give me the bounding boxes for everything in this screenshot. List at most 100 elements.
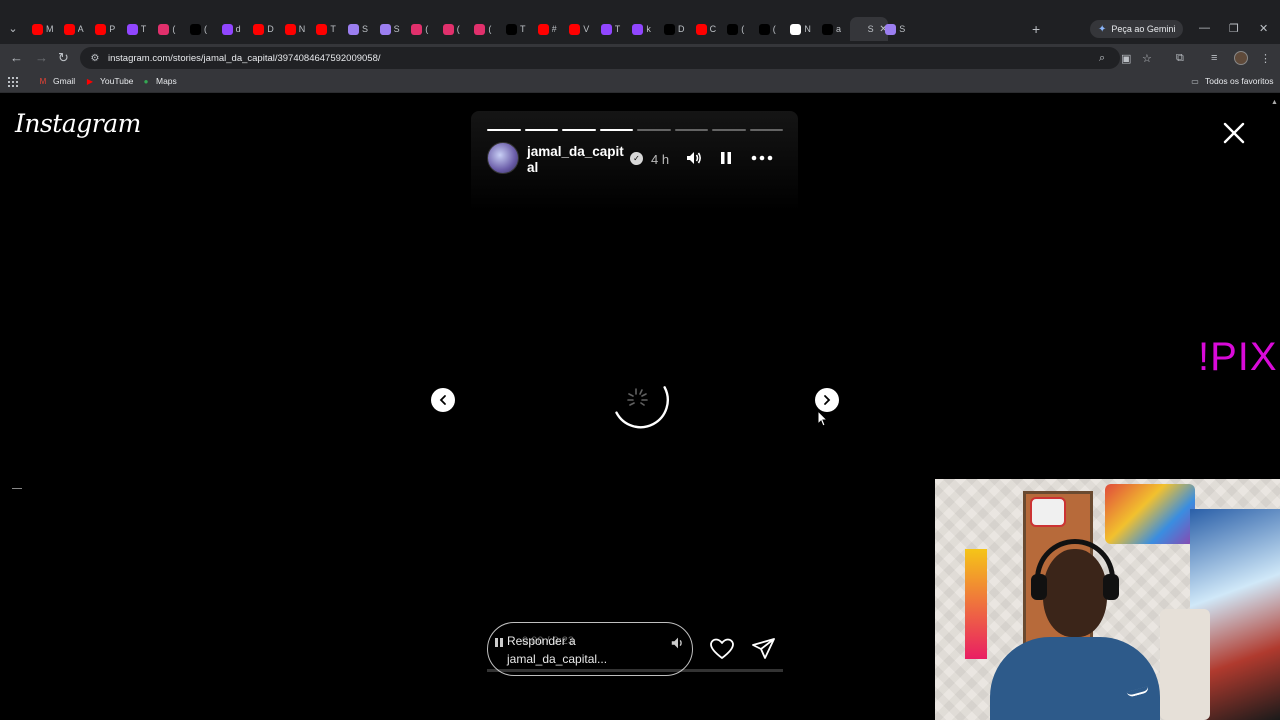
gemini-sparkle-icon: ✦ [1098,23,1107,35]
story-viewer[interactable]: jamal_da_capital ✓ 4 h 0:00 / 0:23 Respo… [471,111,798,691]
story-timestamp: 4 h [651,152,670,167]
instagram-logo[interactable]: Instagram [15,109,141,138]
reply-input[interactable]: 0:00 / 0:23 Responder a jamal_da_capital… [487,622,693,676]
bookmark-youtube[interactable]: ▶ YouTube [85,76,133,86]
scroll-up-arrow-icon[interactable]: ▲ [1271,99,1278,106]
close-window-icon[interactable]: ✕ [1259,22,1268,35]
address-bar[interactable]: ⚙ instagram.com/stories/jamal_da_capital… [80,47,1120,69]
volume-button[interactable] [683,147,705,169]
apps-grid-icon[interactable] [8,77,18,87]
x-icon [190,23,201,35]
divider [12,488,22,489]
media-controls-icon[interactable]: ≡ [1211,52,1217,64]
chevron-right-icon [824,395,831,405]
tab-title: ( [456,24,460,34]
browser-tab[interactable]: N [281,20,317,38]
twitch-icon [600,23,612,35]
browser-toolbar: ← → ↻ ⚙ instagram.com/stories/jamal_da_c… [0,44,1280,72]
reload-icon[interactable]: ↻ [58,50,69,66]
zoom-icon[interactable]: ⌕ [1099,52,1105,65]
tab-title: ( [772,24,776,34]
browser-tab[interactable]: D [249,20,285,38]
forward-icon[interactable]: → [35,50,48,65]
back-icon[interactable]: ← [10,50,23,65]
youtube-icon: ▶ [86,76,94,86]
browser-tab[interactable]: k [628,20,664,38]
browser-tab[interactable]: T [502,20,538,38]
avatar[interactable] [487,142,519,174]
send-icon[interactable] [751,637,777,661]
story-username[interactable]: jamal_da_capital [527,144,627,176]
browser-tab[interactable]: ( [755,20,791,38]
tab-title: N [804,24,811,34]
new-tab-button[interactable]: + [1032,21,1040,37]
reply-placeholder-line1: Responder a [507,634,576,648]
browser-tab[interactable]: A [60,20,96,38]
reply-placeholder-line2: jamal_da_capital... [507,652,608,666]
next-story-button[interactable] [815,388,839,412]
profile-avatar[interactable] [1234,51,1248,65]
restore-window-icon[interactable]: ❐ [1229,22,1239,35]
all-bookmarks-label: Todos os favoritos [1205,76,1274,86]
ghost-pause-icon [495,638,503,647]
heart-icon[interactable] [709,637,735,661]
instagram-icon [442,23,454,35]
pause-button[interactable] [715,147,737,169]
youtube-icon [63,23,75,35]
webcam-flag [965,549,987,659]
browser-tab[interactable]: D [660,20,696,38]
gemini-button[interactable]: ✦ Peça ao Gemini [1090,20,1184,38]
browser-tab[interactable]: a [818,20,854,38]
browser-tab[interactable]: ( [186,20,222,38]
tab-title: ( [204,24,207,34]
browser-tab[interactable]: # [534,20,570,38]
cast-icon[interactable]: ▣ [1121,52,1131,65]
story-progress-segment [524,129,558,131]
browser-tab[interactable]: N [786,20,822,38]
browser-tab[interactable]: ( [723,20,759,38]
tiktok-icon [758,23,770,35]
tab-title: T [330,24,336,34]
tab-title: S [393,24,400,34]
twitch-icon [126,23,138,35]
browser-tab[interactable]: T [312,20,348,38]
browser-tab[interactable]: M [28,20,64,38]
story-progress-bar [487,129,783,131]
more-options-button[interactable] [751,147,773,169]
browser-menu-icon[interactable]: ⋮ [1260,52,1271,65]
all-bookmarks[interactable]: ▭ Todos os favoritos [1190,76,1274,86]
extensions-icon[interactable]: ⧉ [1176,52,1184,65]
bookmark-label: YouTube [100,76,134,86]
bookmark-maps[interactable]: ● Maps [141,76,177,86]
site-info-icon[interactable]: ⚙ [88,51,102,65]
url-text[interactable]: instagram.com/stories/jamal_da_capital/3… [108,53,381,64]
minimize-window-icon[interactable]: — [1199,22,1210,34]
tab-title: ( [425,24,429,34]
browser-tab[interactable]: T [123,20,159,38]
video-progress-bar[interactable] [487,669,783,672]
bookmark-star-icon[interactable]: ☆ [1142,52,1152,65]
bookmark-gmail[interactable]: M Gmail [38,76,76,86]
close-story-icon[interactable] [1220,119,1248,147]
browser-tab[interactable]: ( [407,20,443,38]
browser-tab[interactable]: ( [154,20,190,38]
browser-tab[interactable]: T [597,20,633,38]
tab-search-icon[interactable]: ⌄ [5,20,21,36]
previous-story-button[interactable] [431,388,455,412]
mouse-cursor-icon [817,410,829,427]
browser-tab[interactable]: C [692,20,728,38]
browser-tab[interactable]: ( [439,20,475,38]
tab-title: k [646,24,651,34]
browser-tab[interactable]: P [91,20,127,38]
browser-tab[interactable]: V [565,20,601,38]
story-progress-segment [749,129,783,131]
browser-tab[interactable]: S [344,20,380,38]
browser-tab[interactable]: ( [470,20,506,38]
instagram-icon [411,23,423,35]
browser-tab[interactable]: S [376,20,412,38]
browser-tab[interactable]: S [881,20,917,38]
chevron-left-icon [439,395,446,405]
tab-title: ( [741,24,745,34]
instagram-icon [474,23,486,35]
browser-tab[interactable]: d [218,20,254,38]
